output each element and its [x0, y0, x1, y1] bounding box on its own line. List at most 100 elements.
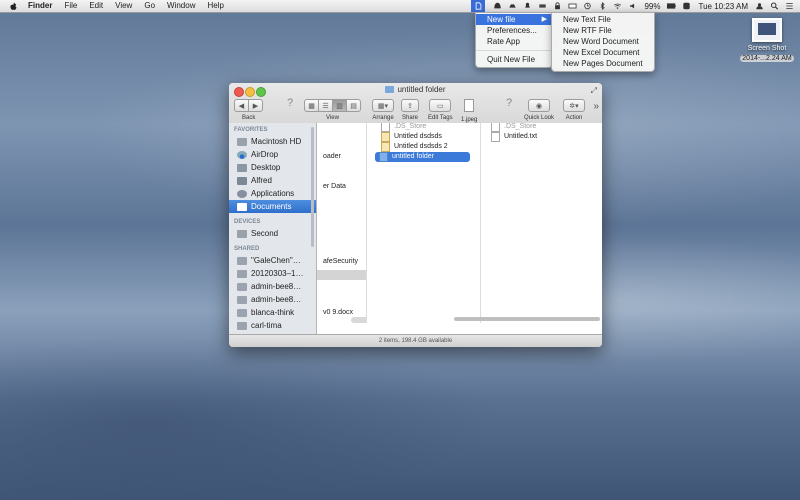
menu-help[interactable]: Help	[201, 0, 229, 12]
sidebar-item-label: Second	[251, 229, 279, 238]
action-label: Action	[565, 115, 583, 121]
bluetooth-icon[interactable]	[598, 2, 607, 10]
menu-finder[interactable]: Finder	[22, 0, 58, 12]
list-item[interactable]: Untitled.txt	[481, 132, 601, 142]
submenu-item-new-text-file[interactable]: New Text File	[552, 14, 654, 25]
list-item[interactable]: .DS_Store	[367, 123, 480, 132]
fullscreen-icon[interactable]: ⤢	[591, 86, 597, 96]
lock-icon[interactable]	[553, 2, 562, 10]
column-view-button[interactable]: ▥	[332, 99, 347, 112]
list-item[interactable]: .DS_Store	[481, 123, 601, 132]
toolbar-overflow-button[interactable]: »	[593, 101, 599, 112]
spotlight-icon[interactable]	[770, 2, 779, 10]
column-2: .DS_Store Untitled dsdsds Untitled dsdsd…	[367, 123, 481, 323]
desktop-file-screenshot[interactable]: Screen Shot 2014-...2.24 AM	[738, 18, 796, 63]
quick-look-button[interactable]: ◉	[528, 99, 550, 112]
menu-window[interactable]: Window	[161, 0, 201, 12]
action-group: ✲▾ Action	[563, 99, 585, 121]
back-button[interactable]: ◀	[234, 99, 249, 112]
sidebar-item-label: blanca-think	[251, 308, 295, 317]
battery-icon[interactable]	[667, 2, 677, 10]
action-button[interactable]: ✲▾	[563, 99, 585, 112]
menu-go[interactable]: Go	[138, 0, 161, 12]
battery-mini-icon[interactable]	[538, 2, 547, 10]
screenshot-thumbnail-icon	[752, 18, 782, 42]
list-item-selected[interactable]: untitled folder ▶	[375, 152, 480, 162]
submenu-item-new-pages-document[interactable]: New Pages Document	[552, 58, 654, 69]
wifi-icon[interactable]	[613, 2, 622, 10]
file-name: Untitled dsdsds 2	[394, 143, 448, 150]
status-area: 99% Tue 10:23 AM	[471, 0, 800, 12]
submenu-item-new-excel-document[interactable]: New Excel Document	[552, 47, 654, 58]
sidebar-item-shared-5[interactable]: blanca-think	[229, 306, 316, 319]
sidebar-item-label: Desktop	[251, 163, 281, 172]
file-item-group: 1.jpeg	[461, 99, 477, 123]
menu-edit[interactable]: Edit	[83, 0, 109, 12]
arrange-label: Arrange	[372, 115, 394, 121]
list-item[interactable]: oader	[317, 152, 366, 162]
new-file-status-icon[interactable]	[471, 0, 486, 12]
horizontal-scrollbar[interactable]	[454, 317, 600, 321]
sidebar-item-alfred[interactable]: Alfred	[229, 174, 316, 187]
disclosure-arrow-icon: ▶	[475, 154, 480, 160]
apple-icon[interactable]	[9, 2, 18, 11]
sidebar-item-shared-1[interactable]: "GaleChen"…	[229, 254, 316, 267]
clock[interactable]: Tue 10:23 AM	[698, 2, 748, 11]
sidebar-item-label: Applications	[251, 189, 295, 198]
notification-center-icon[interactable]	[785, 2, 794, 10]
share-button[interactable]: ⇪	[401, 99, 419, 112]
sidebar-item-label: carl-tima	[251, 321, 282, 330]
sidebar-item-desktop[interactable]: Desktop	[229, 161, 316, 174]
column-1-scrollbar[interactable]	[351, 317, 366, 323]
sidebar-item-airdrop[interactable]: AirDrop	[229, 148, 316, 161]
submenu-item-new-rtf-file[interactable]: New RTF File	[552, 25, 654, 36]
sidebar-item-shared-3[interactable]: admin-bee8…	[229, 280, 316, 293]
sidebar-item-applications[interactable]: Applications	[229, 187, 316, 200]
edit-tags-button[interactable]: ▭	[429, 99, 452, 112]
sidebar-scrollbar[interactable]	[311, 127, 314, 247]
cover-flow-button[interactable]: ▤	[346, 99, 361, 112]
new-file-submenu: New Text File New RTF File New Word Docu…	[551, 12, 655, 72]
arrange-button[interactable]: ▦▾	[372, 99, 394, 112]
list-item-selected-inactive[interactable]	[317, 270, 366, 280]
menu-item-preferences[interactable]: Preferences...	[476, 25, 552, 36]
menu-file[interactable]: File	[58, 0, 83, 12]
sidebar-item-macintosh-hd[interactable]: Macintosh HD	[229, 135, 316, 148]
sidebar-item-shared-2[interactable]: 20120303–1…	[229, 267, 316, 280]
list-item[interactable]: er Data	[317, 182, 366, 192]
submenu-arrow-icon: ▶	[541, 16, 547, 23]
sidebar-item-label: AirDrop	[251, 150, 279, 159]
volume-icon[interactable]	[628, 2, 637, 10]
battery-percent[interactable]: 99%	[644, 2, 660, 11]
document-icon	[381, 142, 390, 152]
menu-item-rate-app[interactable]: Rate App	[476, 36, 552, 47]
window-title-text: untitled folder	[397, 85, 446, 94]
help-icon: ?	[287, 97, 294, 109]
user-switch-icon[interactable]	[682, 2, 691, 10]
time-machine-icon[interactable]	[583, 2, 592, 10]
keyboard-icon[interactable]	[568, 2, 577, 10]
list-view-button[interactable]: ☰	[318, 99, 333, 112]
sidebar-item-documents[interactable]: Documents	[229, 200, 316, 213]
sidebar-item-shared-4[interactable]: admin-bee8…	[229, 293, 316, 306]
desktop-icon	[237, 163, 247, 172]
menu-view[interactable]: View	[109, 0, 138, 12]
jpeg-file-icon[interactable]	[464, 99, 475, 112]
menu-item-new-file[interactable]: New file ▶	[476, 14, 552, 25]
sidebar-item-label: Macintosh HD	[251, 137, 302, 146]
bell-icon[interactable]	[523, 2, 532, 10]
list-item[interactable]: Untitled dsdsds	[367, 132, 480, 142]
edit-tags-label: Edit Tags	[428, 115, 453, 121]
alien-icon[interactable]	[493, 2, 502, 10]
file-name: .DS_Store	[394, 123, 427, 130]
menu-item-quit[interactable]: Quit New File	[476, 54, 552, 65]
sidebar-item-shared-6[interactable]: carl-tima	[229, 319, 316, 332]
submenu-item-new-word-document[interactable]: New Word Document	[552, 36, 654, 47]
user-icon[interactable]	[755, 2, 764, 10]
icon-view-button[interactable]: ▦	[304, 99, 319, 112]
list-item[interactable]: afeSecurity	[317, 257, 366, 267]
sidebar-item-second[interactable]: Second	[229, 227, 316, 240]
forward-button[interactable]: ▶	[248, 99, 263, 112]
hat-icon[interactable]	[508, 2, 517, 10]
list-item[interactable]: Untitled dsdsds 2	[367, 142, 480, 152]
